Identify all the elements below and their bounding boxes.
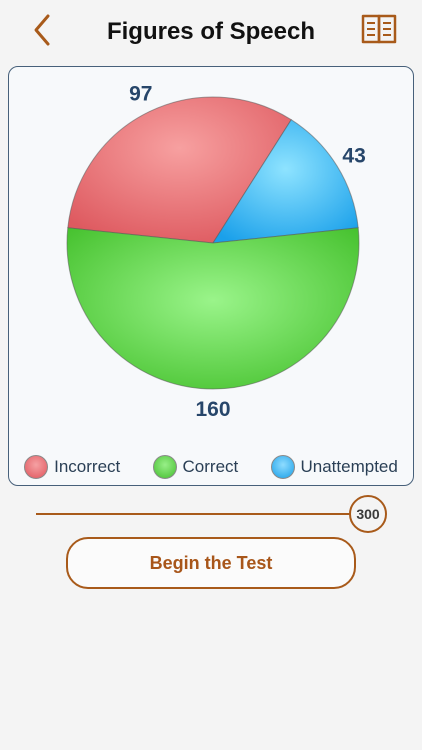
- pie-slice-correct: [66, 227, 360, 390]
- question-count-slider-handle[interactable]: 300: [349, 495, 387, 533]
- legend-item-correct: Correct: [152, 455, 239, 479]
- legend-label-correct: Correct: [182, 457, 239, 476]
- legend-label-incorrect: Incorrect: [54, 457, 121, 476]
- pie-chart: 97 43 160: [66, 83, 366, 421]
- chart-panel: 97 43 160: [8, 66, 414, 486]
- legend-dot-correct: [152, 455, 177, 479]
- legend-item-unattempted: Unattempted: [270, 455, 398, 479]
- page-title: Figures of Speech: [106, 18, 316, 45]
- legend-dot-unattempted: [270, 455, 295, 479]
- pie-value-label-incorrect: 97: [129, 83, 152, 106]
- begin-test-button[interactable]: Begin the Test: [66, 537, 356, 589]
- pie-value-label-correct: 160: [195, 398, 230, 421]
- legend-label-unattempted: Unattempted: [300, 457, 398, 476]
- legend-dot-incorrect: [24, 455, 49, 479]
- chart-legend: Incorrect Correct Unattempted: [8, 452, 414, 482]
- book-icon[interactable]: [360, 12, 398, 46]
- header-bar: Figures of Speech: [0, 0, 422, 64]
- legend-item-incorrect: Incorrect: [24, 455, 120, 479]
- pie-value-label-unattempted: 43: [342, 145, 365, 168]
- question-count-slider-track[interactable]: [36, 513, 352, 515]
